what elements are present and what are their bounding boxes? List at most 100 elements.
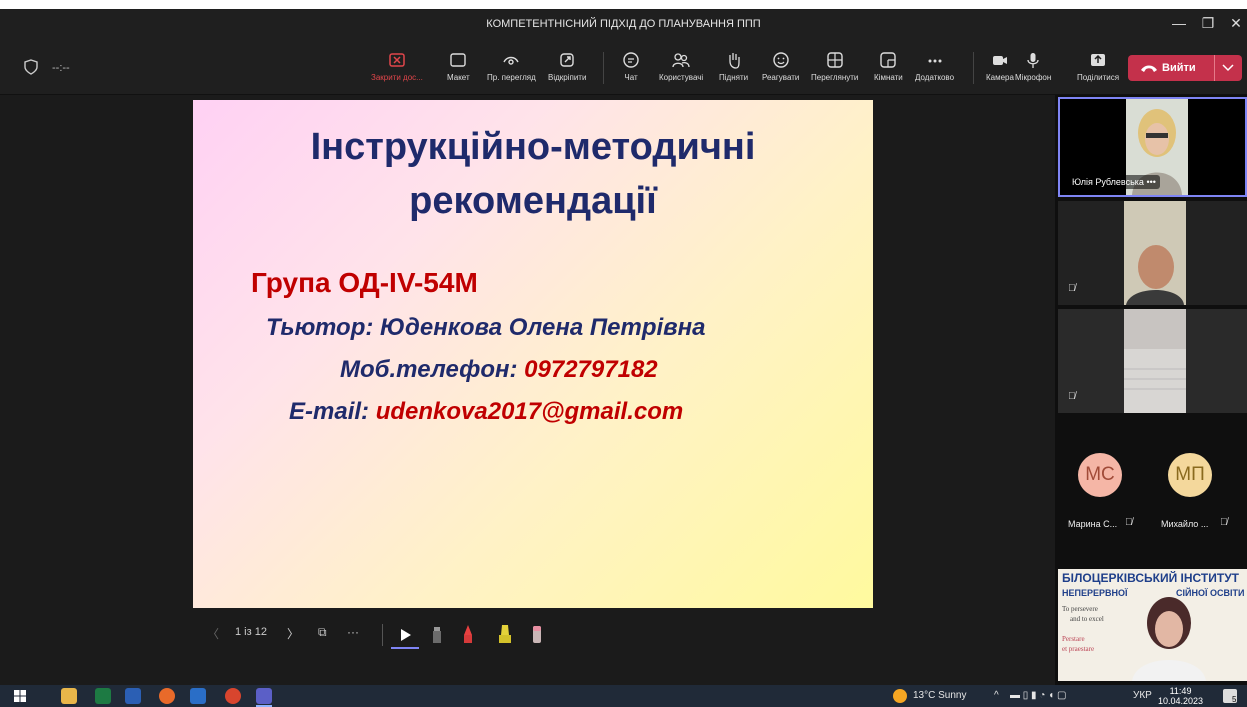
participant-more-icon[interactable]: ••• xyxy=(1146,177,1155,187)
pop-out-icon xyxy=(560,53,574,67)
shield-icon[interactable] xyxy=(24,59,38,75)
camera-button[interactable]: Камера xyxy=(986,50,1014,82)
eye-icon xyxy=(503,56,519,65)
firefox-icon[interactable] xyxy=(159,688,175,704)
next-slide-icon[interactable]: 〉 xyxy=(287,625,299,642)
video-tile-2[interactable]: 🎙̸ xyxy=(1058,201,1247,305)
banner-line2a: НЕПЕРЕРВНОЇ xyxy=(1062,588,1128,598)
avatar-mp[interactable]: МП xyxy=(1168,453,1212,497)
banner-motto2: and to excel xyxy=(1070,615,1104,623)
tray-icons[interactable]: ▬ ▯ ▮ ◔ ◖ ▢ xyxy=(1010,690,1066,701)
slide-title-line1: Інструкційно-методичні xyxy=(310,126,756,168)
layout-button[interactable]: Макет xyxy=(447,50,470,82)
microphone-icon xyxy=(1027,53,1039,68)
presenter-video xyxy=(1132,597,1206,681)
presenter-view-label: Пр. перегляд xyxy=(487,73,536,82)
leave-label: Вийти xyxy=(1162,62,1196,74)
chrome-icon[interactable] xyxy=(225,688,241,704)
raise-hand-button[interactable]: Підняти xyxy=(719,50,748,82)
presentation-slide: Інструкційно-методичні рекомендації Груп… xyxy=(193,100,873,608)
highlighter-icon[interactable] xyxy=(497,623,513,645)
hand-icon xyxy=(728,53,740,69)
video-tile-speaker[interactable]: Юлія Рублевська ••• xyxy=(1058,97,1247,197)
more-options-icon[interactable]: ··· xyxy=(347,625,359,639)
tray-chevron-icon[interactable]: ^ xyxy=(994,690,999,701)
participant-name-mp: Михайло ... xyxy=(1161,519,1209,529)
slide-email: E-mail: udenkova2017@gmail.com xyxy=(289,398,683,426)
slide-controls-divider xyxy=(382,624,383,646)
pink-pen-icon[interactable] xyxy=(531,623,543,645)
meeting-timer: --:-- xyxy=(52,62,70,74)
previous-slide-icon[interactable]: 〈 xyxy=(207,625,219,642)
more-icon xyxy=(928,59,942,63)
view-button[interactable]: Переглянути xyxy=(811,50,858,82)
share-button[interactable]: Поділитися xyxy=(1077,50,1119,82)
title-bar: КОМПЕТЕНТНІСНИЙ ПІДХІД ДО ПЛАНУВАННЯ ППП… xyxy=(0,9,1247,42)
mic-button[interactable]: Мікрофон xyxy=(1015,50,1051,82)
video-tile-3[interactable]: 🎙̸ xyxy=(1058,309,1247,413)
participant-video xyxy=(1124,201,1186,305)
stop-share-icon xyxy=(389,53,405,67)
speaker-name: Юлія Рублевська xyxy=(1072,177,1144,187)
stop-sharing-button[interactable]: Закрити дос... xyxy=(371,50,423,82)
window-title: КОМПЕТЕНТНІСНИЙ ПІДХІД ДО ПЛАНУВАННЯ ППП xyxy=(486,18,761,30)
rooms-label: Кімнати xyxy=(874,73,903,82)
word-icon[interactable] xyxy=(125,688,141,704)
participants-panel: Юлія Рублевська ••• 🎙̸ 🎙̸ МС Марина С...… xyxy=(1055,95,1247,685)
more-label: Додатково xyxy=(915,73,955,82)
file-explorer-icon[interactable] xyxy=(61,688,77,704)
people-button[interactable]: Користувачі xyxy=(659,50,703,82)
top-strip xyxy=(0,0,1247,9)
language-indicator[interactable]: УКР xyxy=(1133,690,1152,701)
react-label: Реагувати xyxy=(762,73,800,82)
photos-icon[interactable] xyxy=(190,688,206,704)
minimize-icon[interactable]: — xyxy=(1167,15,1191,31)
slide-title-line2: рекомендації xyxy=(409,180,657,222)
more-button[interactable]: Додатково xyxy=(915,50,954,82)
eraser-icon[interactable] xyxy=(431,623,443,645)
mic-off-icon: 🎙̸ xyxy=(1068,391,1076,402)
teams-icon[interactable] xyxy=(256,688,272,704)
red-pen-icon[interactable] xyxy=(461,623,475,645)
chevron-down-icon[interactable] xyxy=(1222,64,1234,72)
active-tool-underline xyxy=(391,647,419,649)
slide-grid-icon[interactable]: ⧉ xyxy=(318,625,327,640)
slide-group: Група ОД-IV-54М xyxy=(251,267,478,298)
mic-off-icon: 🎙̸ xyxy=(1068,283,1076,294)
banner-motto1: To persevere xyxy=(1062,605,1098,613)
rooms-button[interactable]: Кімнати xyxy=(874,50,903,82)
maximize-icon[interactable]: ❐ xyxy=(1196,15,1220,32)
pointer-icon[interactable] xyxy=(399,623,413,645)
presenter-view-button[interactable]: Пр. перегляд xyxy=(487,50,536,82)
leave-divider xyxy=(1214,55,1215,81)
clock[interactable]: 11:49 10.04.2023 xyxy=(1158,686,1203,706)
windows-start-icon[interactable] xyxy=(14,690,26,702)
weather-text[interactable]: 13°C Sunny xyxy=(913,690,966,701)
close-icon[interactable]: ✕ xyxy=(1224,15,1247,32)
windows-taskbar: 13°C Sunny ^ ▬ ▯ ▮ ◔ ◖ ▢ УКР 11:49 10.04… xyxy=(0,685,1247,707)
meeting-toolbar: --:-- Закрити дос... Макет Пр. перегляд … xyxy=(0,42,1247,95)
chat-label: Чат xyxy=(624,73,638,82)
stop-share-label: Закрити дос... xyxy=(371,73,423,82)
video-tile-presenter[interactable]: БІЛОЦЕРКІВСЬКИЙ ІНСТИТУТ НЕПЕРЕРВНОЇ СІЙ… xyxy=(1058,569,1247,681)
avatar-ms[interactable]: МС xyxy=(1078,453,1122,497)
leave-button[interactable]: Вийти xyxy=(1128,55,1242,81)
grid-icon xyxy=(826,52,843,68)
sun-icon[interactable] xyxy=(893,689,907,703)
chat-icon xyxy=(623,52,639,68)
banner-motto3: Perstare xyxy=(1062,635,1085,643)
clock-date: 10.04.2023 xyxy=(1158,696,1204,706)
slide-email-label: E-mail: xyxy=(289,398,376,425)
chat-button[interactable]: Чат xyxy=(622,50,640,82)
slide-controls: 〈 1 із 12 〉 ⧉ ··· xyxy=(193,617,873,653)
mic-label: Мікрофон xyxy=(1015,73,1052,82)
excel-icon[interactable] xyxy=(95,688,111,704)
camera-icon xyxy=(992,56,1007,65)
clock-time: 11:49 xyxy=(1169,686,1192,696)
pop-out-button[interactable]: Відкріпити xyxy=(548,50,586,82)
toolbar-divider xyxy=(973,52,974,84)
layout-icon xyxy=(450,53,467,67)
banner-motto4: et praestare xyxy=(1062,645,1095,653)
react-button[interactable]: Реагувати xyxy=(762,50,799,82)
pop-out-label: Відкріпити xyxy=(548,73,587,82)
